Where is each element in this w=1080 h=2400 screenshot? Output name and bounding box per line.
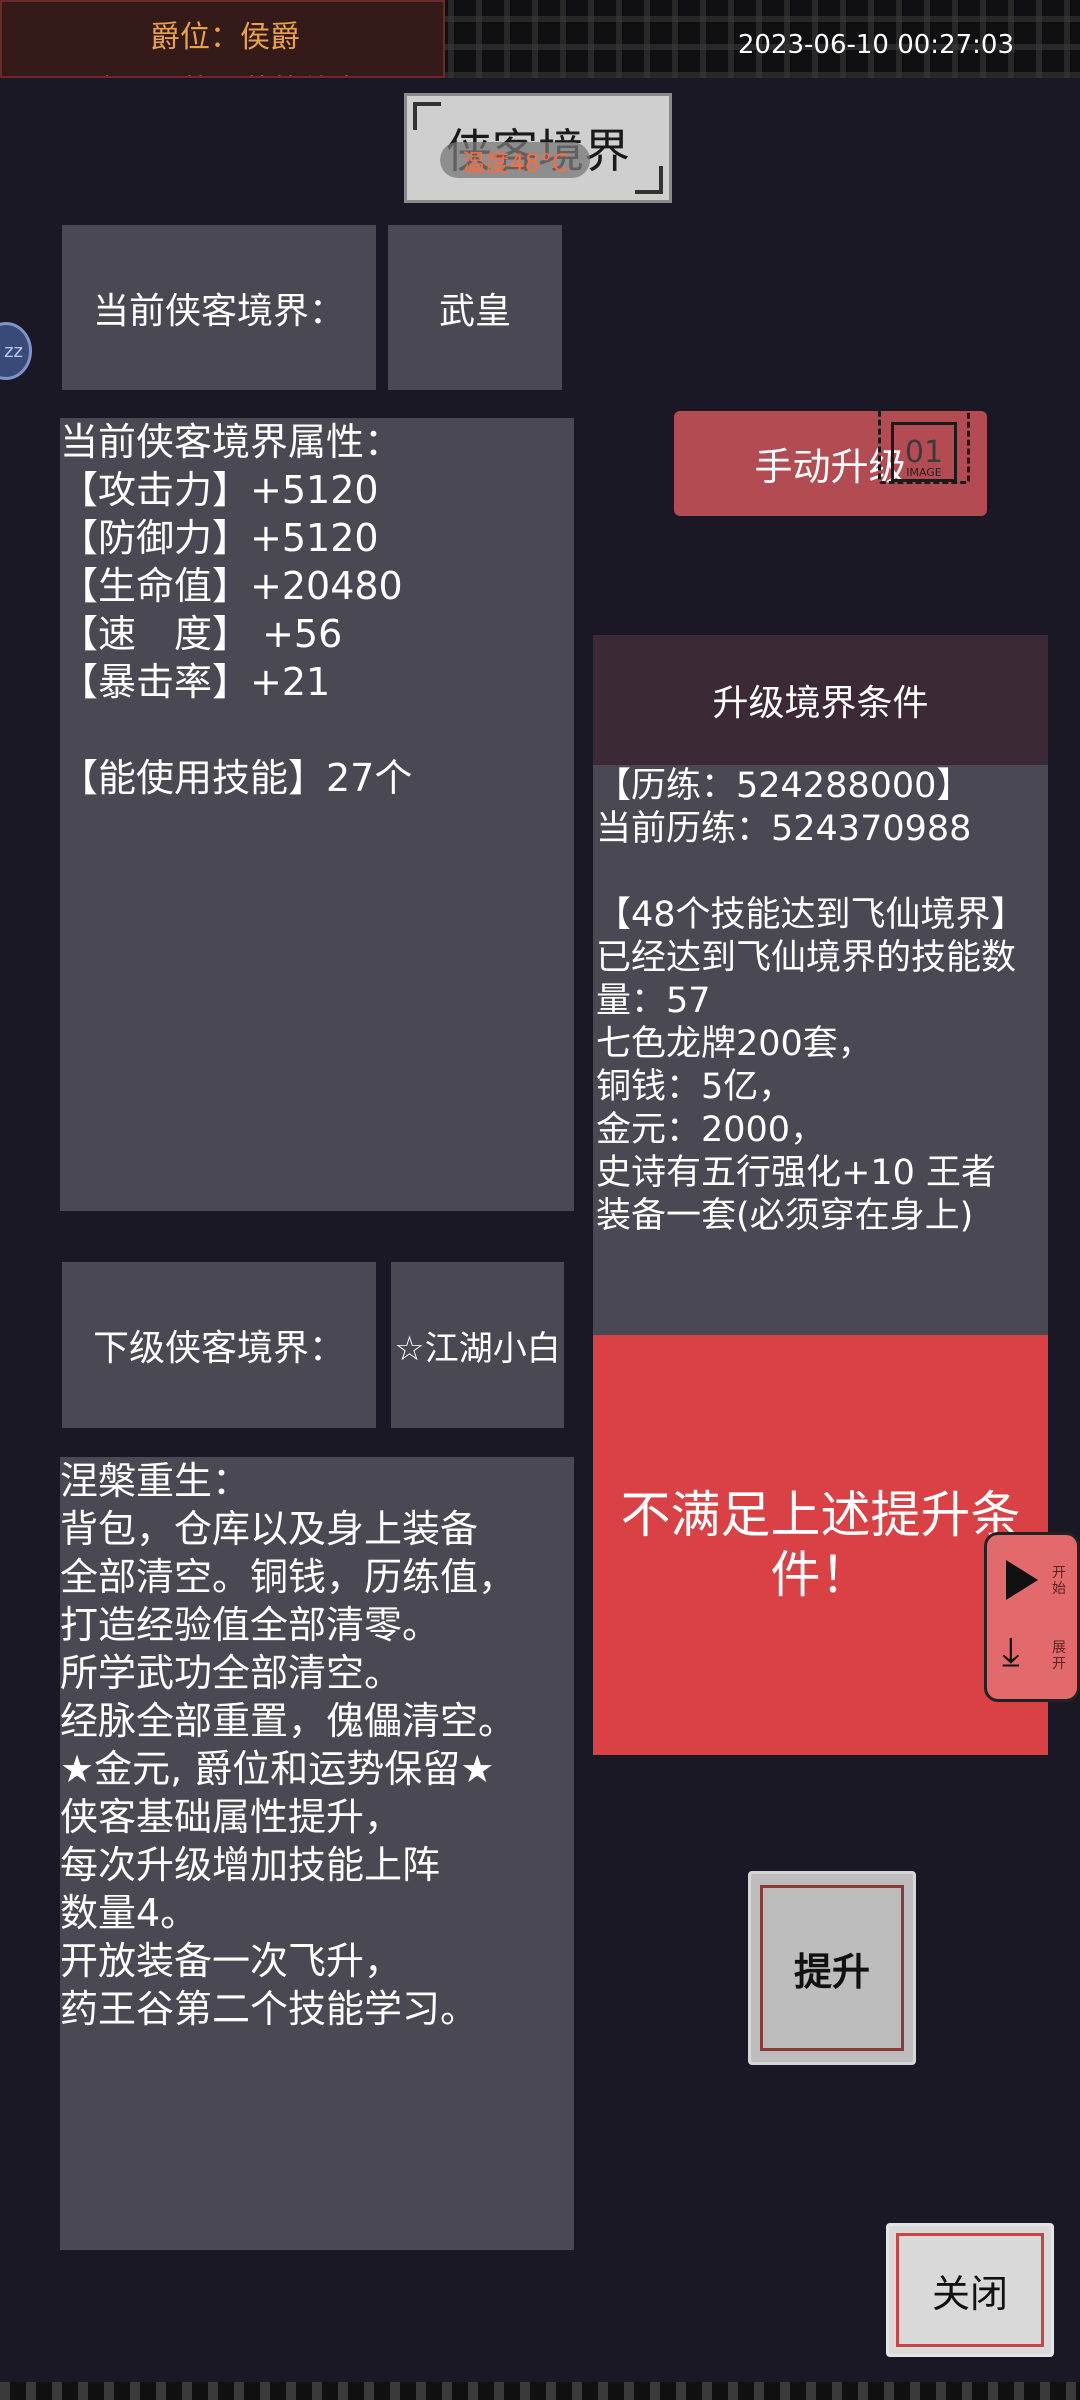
nirvana-text: 涅槃重生： 背包，仓库以及身上装备 全部清空。铜钱，历练值， 打造经验值全部清零… — [60, 1459, 517, 2031]
warning-line-2: 件！ — [770, 1546, 871, 1604]
side-open-label: 开始 — [1052, 1565, 1066, 1597]
warning-line-1: 不满足上述提升条 — [620, 1486, 1021, 1544]
current-realm-value: 武皇 — [388, 225, 562, 390]
play-icon[interactable] — [1006, 1560, 1038, 1600]
next-realm-label: 下级侠客境界： — [62, 1262, 376, 1428]
rank-text: 爵位：侯爵 — [150, 20, 300, 55]
side-floating-panel[interactable] — [984, 1532, 1080, 1702]
bottom-decorative-bar — [0, 2382, 1080, 2400]
sleep-floating-icon[interactable]: zz — [0, 322, 32, 380]
conditions-header: 升级境界条件 — [593, 635, 1048, 765]
conditions-text: 【历练：524288000】 当前历练：524370988 【48个技能达到飞仙… — [596, 766, 1026, 1236]
close-label: 关闭 — [931, 2271, 1008, 2316]
conditions-warning: 不满足上述提升条 件！ — [593, 1335, 1048, 1755]
fortune-text: 今日运势：蓄势待发 — [92, 66, 362, 76]
collapse-icon[interactable]: ⤓ — [1002, 1632, 1020, 1672]
promote-label: 提升 — [793, 1949, 870, 1994]
temperature-badge: 温度48°C — [440, 142, 590, 178]
current-realm-label: 当前侠客境界： — [62, 225, 376, 390]
close-button[interactable]: 关闭 — [886, 2223, 1054, 2357]
next-realm-value: ☆江湖小白 — [391, 1262, 564, 1428]
image-caption: IMAGE — [906, 466, 942, 479]
datetime: 2023-06-10 00:27:03 — [737, 30, 1014, 60]
rank-panel: 爵位：侯爵 今日运势：蓄势待发 — [0, 0, 445, 78]
side-expand-label: 展开 — [1052, 1640, 1066, 1672]
promote-button[interactable]: 提升 — [748, 1871, 916, 2065]
attributes-text: 当前侠客境界属性： 【攻击力】+5120 【防御力】+5120 【生命值】+20… — [60, 420, 413, 800]
